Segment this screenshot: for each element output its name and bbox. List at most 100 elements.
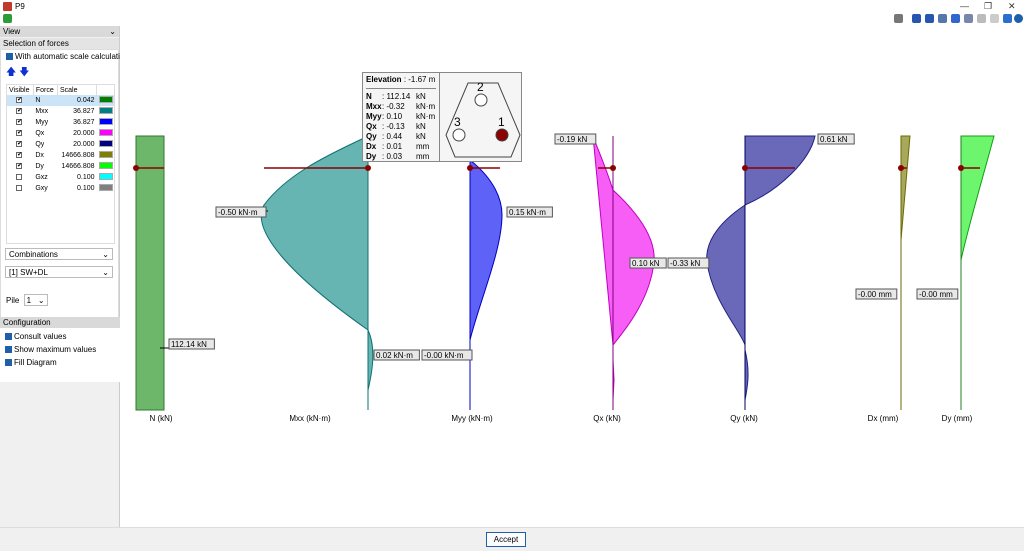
orbit-icon[interactable] [990, 14, 999, 23]
auto-scale-checkbox[interactable]: With automatic scale calculation [1, 50, 129, 63]
force-row[interactable]: ✔ N 0.042 [7, 95, 114, 106]
zoom-in-icon[interactable] [938, 14, 947, 23]
value-label: 0.61 kN [820, 135, 848, 144]
force-scale[interactable]: 14666.808 [57, 150, 96, 161]
force-row[interactable]: Gxy 0.100 [7, 183, 114, 194]
config-checkbox[interactable]: Fill Diagram [0, 356, 120, 369]
diagrams-svg: N (kN) 112.14 kN Mxx (kN·m) -0.50 kN·m 0.02 … [133, 133, 995, 423]
force-scale[interactable]: 20.000 [57, 139, 96, 150]
visible-checkbox[interactable]: ✔ [16, 152, 22, 159]
print-icon[interactable] [3, 14, 12, 23]
visible-checkbox[interactable]: ✔ [16, 130, 22, 137]
visible-checkbox[interactable]: ✔ [16, 119, 22, 126]
config-checkbox[interactable]: Consult values [0, 330, 120, 343]
force-row[interactable]: ✔ Qy 20.000 [7, 139, 114, 150]
visible-checkbox[interactable]: ✔ [16, 141, 22, 148]
combination-select[interactable]: [1] SW+DL ⌄ [5, 266, 113, 278]
elevation-label: Elevation [366, 75, 402, 84]
dx-fill [900, 135, 911, 241]
force-scale[interactable]: 14666.808 [57, 161, 96, 172]
view-icon[interactable] [1003, 14, 1012, 23]
force-row[interactable]: ✔ Qx 20.000 [7, 128, 114, 139]
zoom-all-icon[interactable] [925, 14, 934, 23]
color-swatch[interactable] [98, 118, 113, 125]
combinations-select[interactable]: Combinations ⌄ [5, 248, 113, 260]
config-checkbox[interactable]: Show maximum values [0, 343, 120, 356]
diagram-qx [592, 135, 655, 410]
force-scale[interactable]: 0.042 [57, 95, 96, 106]
arrow-up-icon[interactable]: 🡅 [6, 67, 16, 78]
tooltip-value: : 0.44 [382, 132, 403, 141]
checkbox[interactable] [6, 53, 13, 61]
accept-button[interactable]: Accept [486, 532, 526, 547]
visible-checkbox[interactable] [16, 174, 23, 181]
force-scale[interactable]: 0.100 [57, 172, 96, 183]
checkbox[interactable] [5, 359, 12, 367]
visible-checkbox[interactable]: ✔ [16, 163, 22, 170]
elevation-line[interactable] [133, 165, 980, 171]
color-swatch[interactable] [98, 162, 113, 169]
force-scale[interactable]: 0.100 [57, 183, 96, 194]
tooltip-name: Dx [366, 142, 377, 151]
force-scale[interactable]: 36.827 [57, 117, 96, 128]
combination-value: [1] SW+DL [9, 268, 48, 277]
pan-hand-icon[interactable] [977, 14, 986, 23]
pile-value: 1 [26, 296, 32, 305]
value-label: -0.33 kN [670, 259, 700, 268]
view-header[interactable]: View ⌄ [0, 26, 119, 37]
zoom-window-icon[interactable] [912, 14, 921, 23]
force-row[interactable]: ✔ Myy 36.827 [7, 117, 114, 128]
force-row[interactable]: ✔ Dx 14666.808 [7, 150, 114, 161]
close-button[interactable]: ✕ [1008, 1, 1016, 12]
visible-checkbox[interactable] [16, 185, 23, 192]
pile-select[interactable]: 1 ⌄ [23, 294, 48, 306]
zoom-out-icon[interactable] [964, 14, 973, 23]
force-scale[interactable]: 20.000 [57, 128, 96, 139]
footer: Accept [0, 527, 1024, 551]
config-label: Show maximum values [14, 345, 97, 354]
help-icon[interactable] [1014, 14, 1023, 23]
diagram-myy [469, 158, 503, 410]
diagram-dy [960, 135, 995, 410]
checkbox[interactable] [5, 333, 12, 341]
diagram-dx [900, 135, 911, 410]
visible-checkbox[interactable]: ✔ [16, 108, 22, 115]
color-swatch[interactable] [98, 140, 113, 147]
n-fill [135, 135, 165, 411]
force-name: Dx [35, 152, 44, 159]
color-swatch[interactable] [98, 129, 113, 136]
pile-label: Pile [6, 296, 20, 305]
axis-label: Mxx (kN·m) [289, 414, 331, 423]
app-icon [3, 2, 12, 11]
color-swatch[interactable] [98, 173, 113, 180]
force-row[interactable]: ✔ Mxx 36.827 [7, 106, 114, 117]
visible-checkbox[interactable]: ✔ [16, 97, 22, 104]
checkbox[interactable] [5, 346, 12, 354]
value-label: 0.02 kN·m [376, 351, 413, 360]
color-swatch[interactable] [98, 184, 113, 191]
color-swatch[interactable] [98, 107, 113, 114]
value-tooltip: Elevation : -1.67 m N: 112.14 kN Mxx: -0.3… [362, 72, 522, 162]
tooltip-name: Qy [366, 132, 377, 141]
diagram-canvas[interactable]: N (kN) 112.14 kN Mxx (kN·m) -0.50 kN·m 0.02 … [120, 26, 1024, 527]
force-name: Dy [35, 163, 44, 170]
force-name: Qx [35, 130, 45, 137]
tooltip-row: Qx: -0.13 kN [366, 122, 436, 132]
tooltip-unit: kN·m [416, 102, 436, 111]
restore-button[interactable]: ❐ [984, 1, 992, 12]
arrow-down-icon[interactable]: 🡇 [19, 67, 29, 78]
force-scale[interactable]: 36.827 [57, 106, 96, 117]
color-swatch[interactable] [98, 96, 113, 103]
zoom-previous-icon[interactable] [951, 14, 960, 23]
tooltip-unit: kN [416, 92, 426, 101]
minimize-button[interactable]: — [960, 1, 969, 11]
color-swatch[interactable] [98, 151, 113, 158]
force-row[interactable]: Gxz 0.100 [7, 172, 114, 183]
search-icon[interactable] [894, 14, 903, 23]
pile-number: 2 [477, 80, 484, 94]
config-title: Configuration [0, 317, 120, 328]
title-bar: P9 — ❐ ✕ [0, 0, 1024, 13]
force-name: Qy [35, 141, 45, 148]
mxx-fill [260, 135, 374, 391]
force-row[interactable]: ✔ Dy 14666.808 [7, 161, 114, 172]
